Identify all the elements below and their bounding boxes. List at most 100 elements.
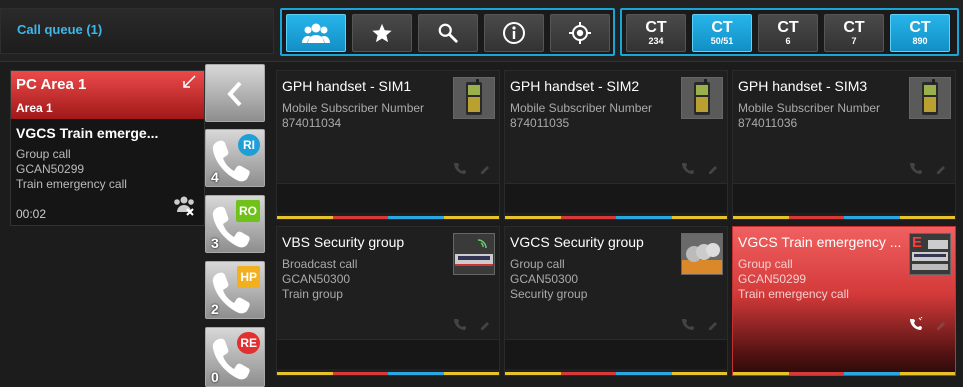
ct-number: 234 xyxy=(648,36,664,46)
tile-line: Broadcast call xyxy=(282,257,358,271)
favorites-button[interactable] xyxy=(352,14,412,52)
tile-line: Group call xyxy=(738,257,793,271)
ct-button-6[interactable]: CT 6 xyxy=(758,14,818,52)
tile-status-stripe xyxy=(277,372,499,375)
info-button[interactable] xyxy=(484,14,544,52)
groups-button[interactable] xyxy=(286,14,346,52)
group-icon xyxy=(302,23,330,43)
tile-footer xyxy=(277,183,499,213)
contact-tile[interactable]: GPH handset - SIM1 Mobile Subscriber Num… xyxy=(276,70,500,220)
priority-count: 0 xyxy=(211,369,219,385)
tile-footer xyxy=(733,183,955,213)
tile-action-icons[interactable] xyxy=(679,161,719,175)
contact-tile[interactable]: GPH handset - SIM3 Mobile Subscriber Num… xyxy=(732,70,956,220)
tile-status-stripe xyxy=(505,372,727,375)
tile-status-stripe xyxy=(277,216,499,219)
ct-number: 6 xyxy=(785,36,791,46)
people-thumbnail-icon xyxy=(681,233,723,275)
priority-re-button[interactable]: RE 0 xyxy=(205,327,265,387)
priority-badge: RE xyxy=(237,332,260,354)
ct-button-50-51[interactable]: CT 50/51 xyxy=(692,14,752,52)
call-queue-header[interactable]: Call queue (1) xyxy=(0,8,274,54)
handset-thumbnail-icon xyxy=(909,77,951,119)
active-call-area: Area 1 xyxy=(16,101,53,115)
locate-button[interactable] xyxy=(550,14,610,52)
tile-line: Mobile Subscriber Number xyxy=(738,101,881,115)
tile-line: Mobile Subscriber Number xyxy=(282,101,425,115)
minimize-arrow-icon[interactable] xyxy=(182,75,196,89)
tile-title: GPH handset - SIM1 xyxy=(282,78,412,94)
tile-line: Group call xyxy=(510,257,565,271)
active-call-name: VGCS Train emerge... xyxy=(16,125,159,141)
ct-label: CT xyxy=(843,19,865,36)
priority-hp-button[interactable]: HP 2 xyxy=(205,261,265,319)
active-call-title: PC Area 1 xyxy=(16,76,87,93)
tile-action-icons[interactable] xyxy=(451,161,491,175)
contact-tile[interactable]: GPH handset - SIM2 Mobile Subscriber Num… xyxy=(504,70,728,220)
emergency-marker: E xyxy=(912,234,923,251)
ct-label: CT xyxy=(777,19,799,36)
tile-line: Security group xyxy=(510,287,588,301)
priority-column: RI 4 RO 3 HP 2 RE 0 xyxy=(203,62,270,387)
tile-title: VGCS Security group xyxy=(510,234,644,250)
back-button[interactable] xyxy=(205,64,265,122)
ct-number: 890 xyxy=(912,36,928,46)
tile-line: 874011034 xyxy=(282,116,342,130)
ct-button-234[interactable]: CT 234 xyxy=(626,14,686,52)
ct-label: CT xyxy=(909,19,931,36)
tile-line: GCAN50300 xyxy=(510,272,579,286)
handset-thumbnail-icon xyxy=(453,77,495,119)
priority-count: 3 xyxy=(211,235,219,251)
active-call-header: PC Area 1 Area 1 xyxy=(11,71,204,119)
tile-action-icons[interactable] xyxy=(907,161,947,175)
tile-status-stripe xyxy=(733,216,955,219)
tile-line: Train group xyxy=(282,287,343,301)
tile-footer xyxy=(277,339,499,369)
search-button[interactable] xyxy=(418,14,478,52)
tile-line: GCAN50300 xyxy=(282,272,351,286)
search-icon xyxy=(438,23,458,43)
tile-action-icons[interactable] xyxy=(907,317,947,331)
handset-thumbnail-icon xyxy=(681,77,723,119)
contact-tile[interactable]: VBS Security group Broadcast call GCAN50… xyxy=(276,226,500,376)
tile-title: GPH handset - SIM2 xyxy=(510,78,640,94)
tile-status-stripe xyxy=(505,216,727,219)
locate-icon xyxy=(569,22,591,44)
tile-action-icons[interactable] xyxy=(451,317,491,331)
tile-footer xyxy=(505,183,727,213)
active-call-card[interactable]: PC Area 1 Area 1 VGCS Train emerge... Gr… xyxy=(10,70,205,226)
tile-line: 874011035 xyxy=(510,116,570,130)
priority-badge: RI xyxy=(238,134,260,156)
tile-footer xyxy=(505,339,727,369)
active-call-desc: Train emergency call xyxy=(16,177,127,191)
toolbar-ct: CT 234 CT 50/51 CT 6 CT 7 CT 890 xyxy=(620,8,959,56)
priority-ri-button[interactable]: RI 4 xyxy=(205,129,265,187)
ct-number: 7 xyxy=(851,36,857,46)
group-disconnect-icon[interactable] xyxy=(172,195,196,217)
ct-label: CT xyxy=(645,19,667,36)
priority-ro-button[interactable]: RO 3 xyxy=(205,195,265,253)
tile-status-stripe xyxy=(733,372,955,375)
contact-tile-emergency[interactable]: VGCS Train emergency ... Group call GCAN… xyxy=(732,226,956,376)
ct-button-7[interactable]: CT 7 xyxy=(824,14,884,52)
train-thumbnail-icon xyxy=(453,233,495,275)
tile-footer xyxy=(733,339,955,369)
ct-button-890[interactable]: CT 890 xyxy=(890,14,950,52)
tile-title: GPH handset - SIM3 xyxy=(738,78,868,94)
tile-action-icons[interactable] xyxy=(679,317,719,331)
chevron-left-icon xyxy=(227,81,242,107)
call-queue-title: Call queue (1) xyxy=(17,22,103,37)
top-bar: Call queue (1) CT 234 CT 50/51 CT 6 CT 7… xyxy=(0,0,963,62)
tile-title: VBS Security group xyxy=(282,234,405,250)
tile-line: 874011036 xyxy=(738,116,798,130)
active-call-id: GCAN50299 xyxy=(16,162,85,176)
active-call-type: Group call xyxy=(16,147,71,161)
train-emergency-thumbnail-icon: E xyxy=(909,233,951,275)
contact-tile[interactable]: VGCS Security group Group call GCAN50300… xyxy=(504,226,728,376)
priority-count: 2 xyxy=(211,301,219,317)
priority-count: 4 xyxy=(211,169,219,185)
active-call-timer: 00:02 xyxy=(16,207,47,221)
contact-grid: GPH handset - SIM1 Mobile Subscriber Num… xyxy=(276,70,959,386)
priority-badge: HP xyxy=(237,266,260,288)
tile-line: Train emergency call xyxy=(738,287,849,301)
